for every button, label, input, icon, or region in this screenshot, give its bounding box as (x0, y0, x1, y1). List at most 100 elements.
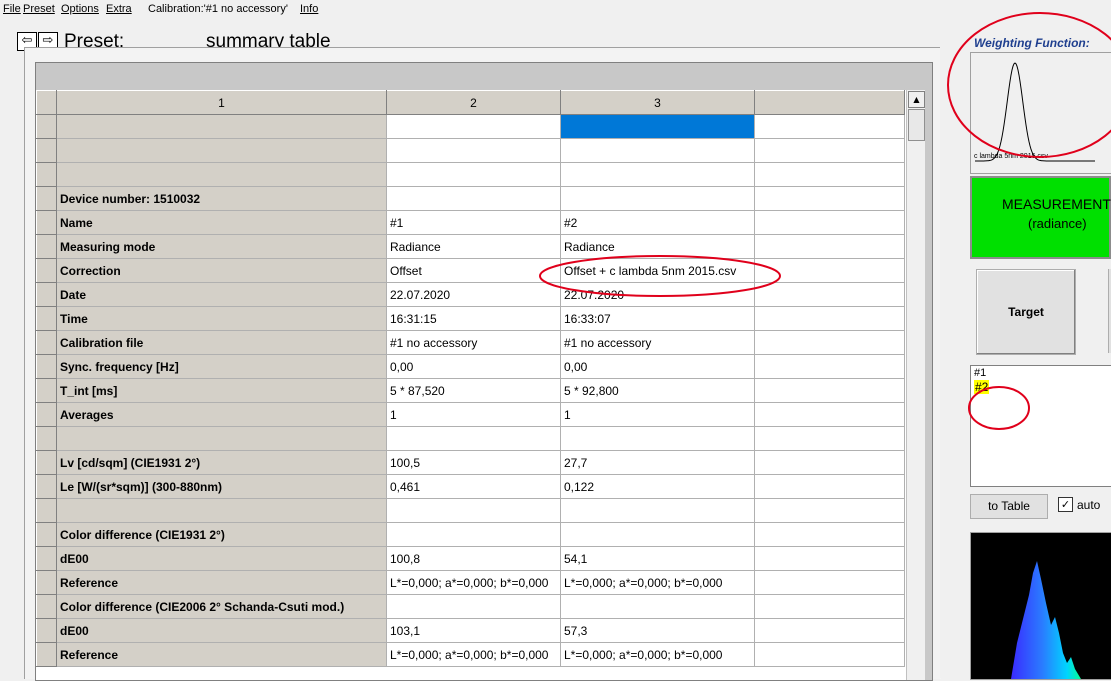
column-header[interactable]: 3 (560, 90, 755, 115)
row-header[interactable] (36, 546, 57, 571)
empty-cell[interactable] (754, 258, 905, 283)
row-header[interactable] (36, 618, 57, 643)
menu-info[interactable]: Info (300, 3, 318, 15)
list-item-selected[interactable]: #2 (974, 380, 990, 394)
value-cell[interactable] (560, 594, 755, 619)
value-cell[interactable]: 54,1 (560, 546, 755, 571)
value-cell[interactable]: L*=0,000; a*=0,000; b*=0,000 (560, 642, 755, 667)
menu-calibration[interactable]: Calibration:'#1 no accessory' (148, 3, 288, 15)
row-label-cell[interactable] (56, 498, 387, 523)
row-header[interactable] (36, 642, 57, 667)
value-cell[interactable]: #1 (386, 210, 561, 235)
empty-cell[interactable] (754, 282, 905, 307)
row-label-cell[interactable]: Lv [cd/sqm] (CIE1931 2°) (56, 450, 387, 475)
value-cell[interactable] (386, 594, 561, 619)
value-cell[interactable] (386, 114, 561, 139)
row-header[interactable] (36, 402, 57, 427)
measurement-list[interactable]: #1 #2 (970, 365, 1111, 487)
row-label-cell[interactable]: Measuring mode (56, 234, 387, 259)
row-label-cell[interactable]: Le [W/(sr*sqm)] (300-880nm) (56, 474, 387, 499)
scroll-thumb[interactable] (908, 109, 925, 141)
value-cell[interactable]: 16:31:15 (386, 306, 561, 331)
value-cell[interactable] (560, 138, 755, 163)
value-cell[interactable] (560, 498, 755, 523)
value-cell[interactable]: 0,00 (560, 354, 755, 379)
row-label-cell[interactable]: Name (56, 210, 387, 235)
empty-cell[interactable] (754, 210, 905, 235)
row-label-cell[interactable]: Time (56, 306, 387, 331)
row-header[interactable] (36, 354, 57, 379)
row-header[interactable] (36, 426, 57, 451)
value-cell[interactable]: L*=0,000; a*=0,000; b*=0,000 (560, 570, 755, 595)
value-cell[interactable]: 1 (560, 402, 755, 427)
empty-cell[interactable] (754, 618, 905, 643)
row-header[interactable] (36, 450, 57, 475)
value-cell[interactable]: 0,461 (386, 474, 561, 499)
list-item[interactable]: #1 (974, 367, 986, 379)
value-cell[interactable]: 16:33:07 (560, 306, 755, 331)
row-label-cell[interactable]: Averages (56, 402, 387, 427)
empty-cell[interactable] (754, 642, 905, 667)
menu-options[interactable]: Options (61, 3, 99, 15)
selected-cell[interactable] (560, 114, 755, 139)
value-cell[interactable]: #2 (560, 210, 755, 235)
row-header[interactable] (36, 210, 57, 235)
row-label-cell[interactable]: Reference (56, 570, 387, 595)
value-cell[interactable] (386, 426, 561, 451)
row-label-cell[interactable]: T_int [ms] (56, 378, 387, 403)
vertical-scrollbar[interactable]: ▲ (906, 90, 925, 680)
row-header[interactable] (36, 378, 57, 403)
target-button[interactable]: Target (976, 269, 1076, 355)
row-label-cell[interactable]: dE00 (56, 618, 387, 643)
row-header[interactable] (36, 234, 57, 259)
column-header[interactable] (754, 90, 905, 115)
row-header[interactable] (36, 330, 57, 355)
value-cell[interactable]: Radiance (386, 234, 561, 259)
empty-cell[interactable] (754, 186, 905, 211)
value-cell[interactable]: 27,7 (560, 450, 755, 475)
value-cell[interactable]: L*=0,000; a*=0,000; b*=0,000 (386, 570, 561, 595)
column-header[interactable]: 1 (56, 90, 387, 115)
row-label-cell[interactable]: dE00 (56, 546, 387, 571)
row-header[interactable] (36, 282, 57, 307)
empty-cell[interactable] (754, 402, 905, 427)
value-cell[interactable] (386, 162, 561, 187)
row-label-cell[interactable]: Sync. frequency [Hz] (56, 354, 387, 379)
row-label-cell[interactable]: Reference (56, 642, 387, 667)
empty-cell[interactable] (754, 474, 905, 499)
empty-cell[interactable] (754, 162, 905, 187)
value-cell[interactable]: 103,1 (386, 618, 561, 643)
empty-cell[interactable] (754, 522, 905, 547)
value-cell[interactable] (386, 522, 561, 547)
row-label-cell[interactable] (56, 114, 387, 139)
menu-preset[interactable]: Preset (23, 3, 55, 15)
menu-extra[interactable]: Extra (106, 3, 132, 15)
value-cell[interactable] (560, 426, 755, 451)
value-cell[interactable]: 0,122 (560, 474, 755, 499)
row-label-cell[interactable]: Date (56, 282, 387, 307)
value-cell[interactable]: L*=0,000; a*=0,000; b*=0,000 (386, 642, 561, 667)
empty-cell[interactable] (754, 306, 905, 331)
column-header[interactable]: 2 (386, 90, 561, 115)
value-cell[interactable] (386, 498, 561, 523)
empty-cell[interactable] (754, 498, 905, 523)
value-cell[interactable]: Offset + c lambda 5nm 2015.csv (560, 258, 755, 283)
row-label-cell[interactable]: Color difference (CIE2006 2° Schanda-Csu… (56, 594, 387, 619)
value-cell[interactable]: 57,3 (560, 618, 755, 643)
row-header[interactable] (36, 474, 57, 499)
value-cell[interactable]: Offset (386, 258, 561, 283)
row-header[interactable] (36, 306, 57, 331)
to-table-button[interactable]: to Table (970, 494, 1048, 519)
auto-checkbox[interactable]: ✓ (1058, 497, 1073, 512)
row-label-cell[interactable]: Calibration file (56, 330, 387, 355)
row-label-cell[interactable]: Color difference (CIE1931 2°) (56, 522, 387, 547)
empty-cell[interactable] (754, 330, 905, 355)
value-cell[interactable]: #1 no accessory (560, 330, 755, 355)
value-cell[interactable] (560, 186, 755, 211)
value-cell[interactable]: 5 * 92,800 (560, 378, 755, 403)
measurement-button[interactable]: MEASUREMENT (radiance) (970, 176, 1111, 259)
value-cell[interactable]: 1 (386, 402, 561, 427)
value-cell[interactable] (386, 138, 561, 163)
row-label-cell[interactable] (56, 138, 387, 163)
empty-cell[interactable] (754, 354, 905, 379)
